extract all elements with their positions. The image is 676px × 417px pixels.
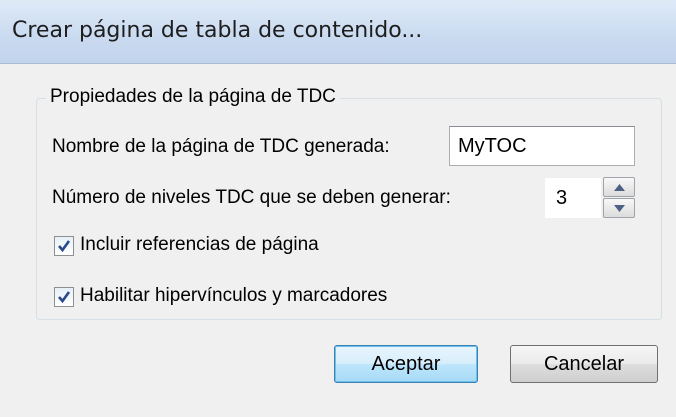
hyperlinks-label[interactable]: Habilitar hipervínculos y marcadores (80, 285, 387, 307)
toc-name-label: Nombre de la página de TDC generada: (52, 136, 390, 157)
hyperlinks-checkbox[interactable] (54, 287, 74, 307)
dialog-title: Crear página de tabla de contenido... (12, 18, 423, 43)
toc-name-input[interactable] (449, 126, 635, 166)
page-refs-checkbox[interactable] (54, 236, 74, 256)
stepper-up-button[interactable] (603, 177, 635, 197)
group-legend: Propiedades de la página de TDC (46, 86, 340, 108)
levels-input[interactable]: 3 (545, 178, 601, 218)
cancel-button[interactable]: Cancelar (510, 345, 658, 383)
levels-stepper (603, 177, 635, 218)
toc-dialog: Crear página de tabla de contenido... Pr… (0, 0, 676, 417)
stepper-down-button[interactable] (603, 198, 635, 218)
levels-label: Número de niveles TDC que se deben gener… (52, 187, 451, 208)
checkmark-icon (58, 240, 71, 253)
arrow-down-icon (614, 205, 625, 212)
title-bar[interactable]: Crear página de tabla de contenido... (0, 0, 676, 64)
checkmark-icon (58, 291, 71, 304)
arrow-up-icon (614, 184, 625, 191)
page-refs-label[interactable]: Incluir referencias de página (80, 234, 319, 256)
accept-button[interactable]: Aceptar (334, 345, 478, 383)
